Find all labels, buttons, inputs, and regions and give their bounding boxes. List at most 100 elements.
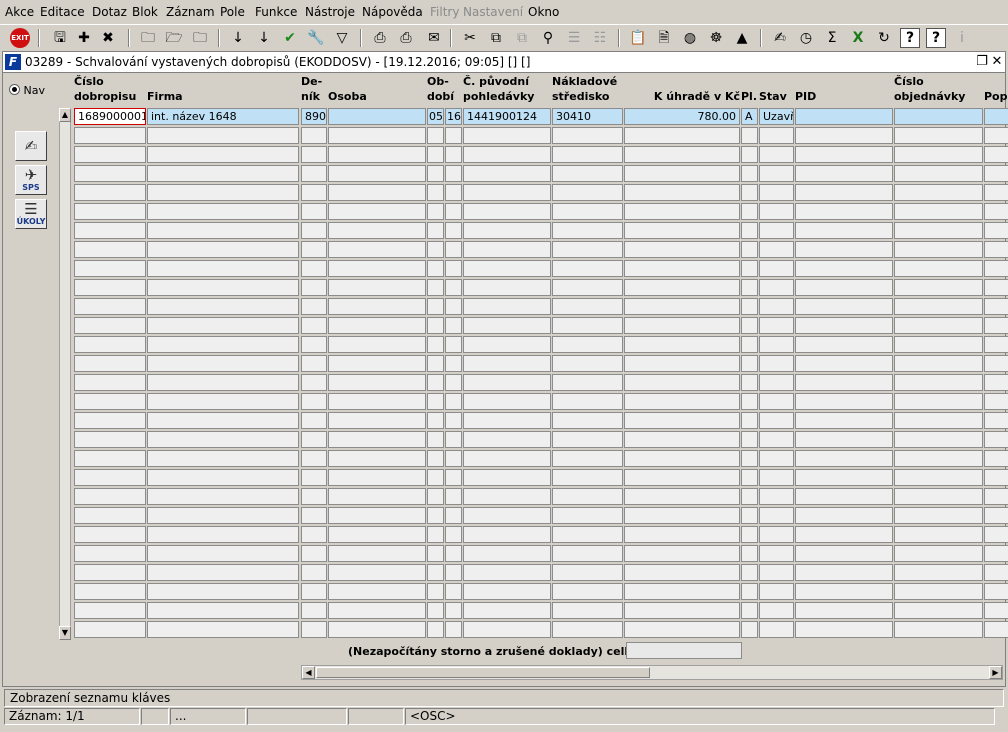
cell-firma[interactable] — [147, 127, 299, 144]
cell-obdobi_a[interactable] — [427, 355, 444, 372]
cell-obdobi_b[interactable] — [445, 241, 462, 258]
cell-kuhrade[interactable] — [624, 602, 740, 619]
cell-denik[interactable] — [301, 564, 327, 581]
cell-pl[interactable] — [741, 127, 758, 144]
cell-kuhrade[interactable] — [624, 488, 740, 505]
cell-cislo[interactable] — [74, 583, 146, 600]
cell-stav[interactable] — [759, 184, 794, 201]
cell-pl[interactable] — [741, 488, 758, 505]
cell-stav[interactable] — [759, 165, 794, 182]
cell-cislo[interactable] — [74, 298, 146, 315]
cell-cpuvodni[interactable] — [463, 146, 551, 163]
cell-obdobi_a[interactable] — [427, 336, 444, 353]
cell-obdobi_b[interactable] — [445, 602, 462, 619]
cell-nakladove[interactable] — [552, 602, 623, 619]
cell-firma[interactable] — [147, 146, 299, 163]
column-header-stav[interactable]: Stav — [759, 74, 787, 104]
cell-obdobi_a[interactable] — [427, 545, 444, 562]
cell-cpuvodni[interactable] — [463, 450, 551, 467]
cell-objednavky[interactable] — [894, 222, 983, 239]
cell-obdobi_a[interactable] — [427, 260, 444, 277]
cell-obdobi_a[interactable] — [427, 222, 444, 239]
cell-objednavky[interactable] — [894, 393, 983, 410]
cell-osoba[interactable] — [328, 127, 426, 144]
cell-pl[interactable] — [741, 621, 758, 638]
cell-nakladove[interactable] — [552, 355, 623, 372]
cell-objednavky[interactable] — [894, 260, 983, 277]
cell-osoba[interactable] — [328, 374, 426, 391]
cell-firma[interactable] — [147, 279, 299, 296]
cell-kuhrade[interactable] — [624, 165, 740, 182]
table-row[interactable] — [74, 393, 1008, 411]
cell-obdobi_a[interactable] — [427, 621, 444, 638]
cell-nakladove[interactable] — [552, 184, 623, 201]
cell-osoba[interactable] — [328, 165, 426, 182]
cell-obdobi_a[interactable] — [427, 507, 444, 524]
cell-kuhrade[interactable] — [624, 260, 740, 277]
cell-cislo[interactable] — [74, 146, 146, 163]
cell-cpuvodni[interactable] — [463, 621, 551, 638]
cell-stav[interactable] — [759, 526, 794, 543]
cell-firma[interactable] — [147, 507, 299, 524]
table-row[interactable] — [74, 222, 1008, 240]
cell-denik[interactable] — [301, 260, 327, 277]
cell-pop[interactable] — [984, 108, 1008, 125]
cell-stav[interactable] — [759, 507, 794, 524]
cell-nakladove[interactable] — [552, 393, 623, 410]
cell-firma[interactable]: int. název 1648 — [147, 108, 299, 125]
sort-ascending-icon[interactable]: ↓ — [228, 28, 248, 48]
cell-pid[interactable] — [795, 583, 893, 600]
cell-obdobi_a[interactable] — [427, 203, 444, 220]
cell-stav[interactable] — [759, 222, 794, 239]
cell-cislo[interactable] — [74, 355, 146, 372]
cell-kuhrade[interactable] — [624, 203, 740, 220]
cell-nakladove[interactable] — [552, 526, 623, 543]
cell-cpuvodni[interactable] — [463, 469, 551, 486]
table-row[interactable] — [74, 317, 1008, 335]
cell-pid[interactable] — [795, 507, 893, 524]
cell-kuhrade[interactable] — [624, 507, 740, 524]
cell-nakladove[interactable] — [552, 146, 623, 163]
cell-objednavky[interactable] — [894, 507, 983, 524]
cell-cislo[interactable] — [74, 184, 146, 201]
cell-cislo[interactable] — [74, 317, 146, 334]
cell-kuhrade[interactable] — [624, 222, 740, 239]
cell-obdobi_b[interactable] — [445, 184, 462, 201]
cell-stav[interactable] — [759, 450, 794, 467]
cell-cislo[interactable] — [74, 260, 146, 277]
cell-firma[interactable] — [147, 336, 299, 353]
cell-cislo[interactable] — [74, 412, 146, 429]
cell-objednavky[interactable] — [894, 165, 983, 182]
cell-objednavky[interactable] — [894, 279, 983, 296]
cell-obdobi_a[interactable] — [427, 317, 444, 334]
cell-cpuvodni[interactable] — [463, 488, 551, 505]
cell-cpuvodni[interactable] — [463, 583, 551, 600]
cell-cislo[interactable] — [74, 374, 146, 391]
cell-pl[interactable] — [741, 184, 758, 201]
cell-cislo[interactable] — [74, 203, 146, 220]
cell-obdobi_b[interactable] — [445, 545, 462, 562]
cell-obdobi_a[interactable] — [427, 393, 444, 410]
table-row[interactable] — [74, 184, 1008, 202]
cell-kuhrade[interactable] — [624, 583, 740, 600]
cell-nakladove[interactable] — [552, 222, 623, 239]
cell-denik[interactable] — [301, 222, 327, 239]
menu-nastaveni[interactable]: Nastavení — [463, 5, 523, 19]
cell-cislo[interactable] — [74, 165, 146, 182]
cell-nakladove[interactable] — [552, 545, 623, 562]
table-row[interactable] — [74, 355, 1008, 373]
cell-pop[interactable] — [984, 621, 1008, 638]
cell-pop[interactable] — [984, 450, 1008, 467]
cell-stav[interactable] — [759, 602, 794, 619]
table-row[interactable] — [74, 545, 1008, 563]
cell-pid[interactable] — [795, 526, 893, 543]
cell-obdobi_b[interactable] — [445, 526, 462, 543]
cell-cpuvodni[interactable] — [463, 431, 551, 448]
cell-cislo[interactable] — [74, 279, 146, 296]
table-row[interactable] — [74, 450, 1008, 468]
copy-icon[interactable]: ⧉ — [486, 28, 506, 48]
menu-filtry[interactable]: Filtry — [430, 5, 459, 19]
column-header-kuhrade[interactable]: K úhradě v Kč — [624, 74, 740, 104]
cell-kuhrade[interactable] — [624, 412, 740, 429]
cell-cpuvodni[interactable] — [463, 393, 551, 410]
